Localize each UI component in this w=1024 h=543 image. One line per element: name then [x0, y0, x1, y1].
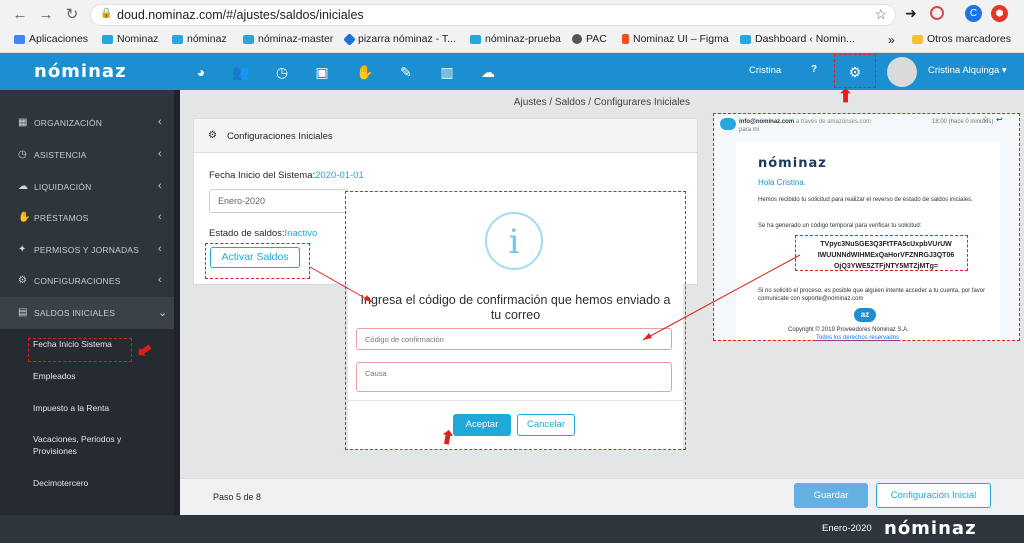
- annotation-lines: [309, 254, 801, 341]
